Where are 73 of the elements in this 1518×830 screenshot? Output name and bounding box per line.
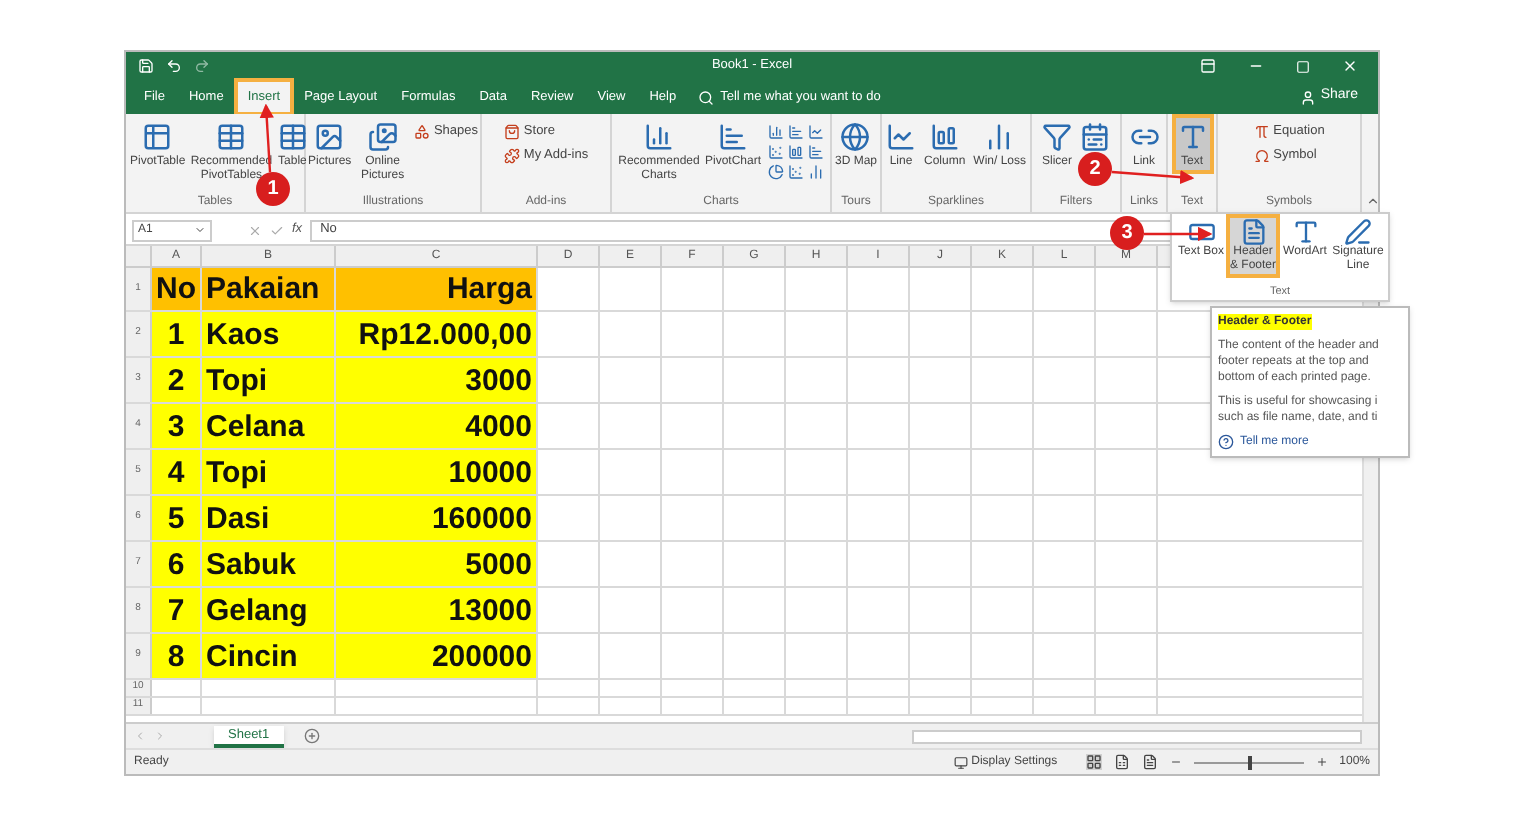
monitor-icon [953, 755, 968, 769]
table-cell: 200000 [336, 634, 538, 678]
table-cell: Rp12.000,00 [336, 312, 538, 356]
zoom-thumb[interactable] [1248, 755, 1253, 769]
table-cell: Topi [202, 358, 336, 402]
search-icon [698, 89, 715, 105]
normal-view-icon[interactable] [1085, 754, 1102, 770]
zoom-in-icon[interactable] [1315, 756, 1328, 768]
page-break-icon[interactable] [1141, 754, 1158, 770]
table-icon [142, 122, 173, 152]
table-icon [277, 122, 308, 152]
table-cell: Harga [336, 268, 538, 310]
maximize-icon[interactable] [1296, 59, 1310, 73]
table-cell: 6 [152, 542, 202, 586]
globe-icon [840, 122, 871, 152]
shapes-icon [413, 124, 430, 140]
text-icon [1177, 122, 1207, 152]
pi-icon [1253, 124, 1270, 140]
table-cell: 7 [152, 588, 202, 632]
bag-icon [503, 124, 520, 140]
bar-chart-icon [929, 122, 960, 152]
table-cell: 2 [152, 358, 202, 402]
table-cell: Celana [202, 404, 336, 448]
table-icon [216, 122, 247, 152]
picture-icon [367, 122, 398, 152]
help-icon [1218, 434, 1234, 450]
table-cell: Dasi [202, 496, 336, 540]
bar-chart-icon [984, 122, 1015, 152]
picture-icon [314, 122, 345, 152]
table-cell: 10000 [336, 450, 538, 494]
page-layout-icon[interactable] [1113, 754, 1130, 770]
arrow [1144, 226, 1213, 242]
horizontal-scrollbar[interactable] [912, 729, 1362, 743]
undo-icon[interactable] [166, 58, 182, 74]
table-cell: 160000 [336, 496, 538, 540]
table-cell: 3 [152, 404, 202, 448]
zoom-out-icon[interactable] [1169, 756, 1182, 768]
letter-icon [1291, 218, 1319, 246]
table-cell: Pakaian [202, 268, 336, 310]
table-cell: 8 [152, 634, 202, 678]
table-cell: Gelang [202, 588, 336, 632]
bar-chart-icon [643, 122, 674, 152]
page-icon [1239, 218, 1267, 246]
calendar-icon [1080, 122, 1110, 152]
line-chart-icon [885, 122, 916, 152]
text-box-icon [1187, 218, 1215, 246]
collapse-icon[interactable] [1366, 194, 1380, 208]
table-cell: 1 [152, 312, 202, 356]
table-cell: 5 [152, 496, 202, 540]
close-icon[interactable] [1342, 58, 1358, 74]
puzzle-icon [503, 148, 520, 164]
table-cell: Kaos [202, 312, 336, 356]
table-cell: Sabuk [202, 542, 336, 586]
table-cell: Cincin [202, 634, 336, 678]
bar-chart-icon [717, 122, 748, 152]
table-cell: 4000 [336, 404, 538, 448]
table-cell: 3000 [336, 358, 538, 402]
check-icon[interactable] [270, 223, 284, 237]
ribbon-button[interactable] [1078, 118, 1112, 152]
arrow [1111, 169, 1195, 185]
pen-icon [1344, 218, 1372, 246]
table-cell: Topi [202, 450, 336, 494]
table-cell: No [152, 268, 202, 310]
add-sheet-icon[interactable] [303, 728, 320, 744]
filter-icon [1041, 122, 1072, 152]
table-cell: 13000 [336, 588, 538, 632]
save-icon[interactable] [138, 58, 154, 74]
table-cell: 4 [152, 450, 202, 494]
caret-icon [194, 224, 206, 236]
omega-icon [1253, 148, 1270, 164]
person-icon [1300, 89, 1317, 105]
table-cell: 5000 [336, 542, 538, 586]
ribbon-display-icon[interactable] [1200, 58, 1216, 74]
